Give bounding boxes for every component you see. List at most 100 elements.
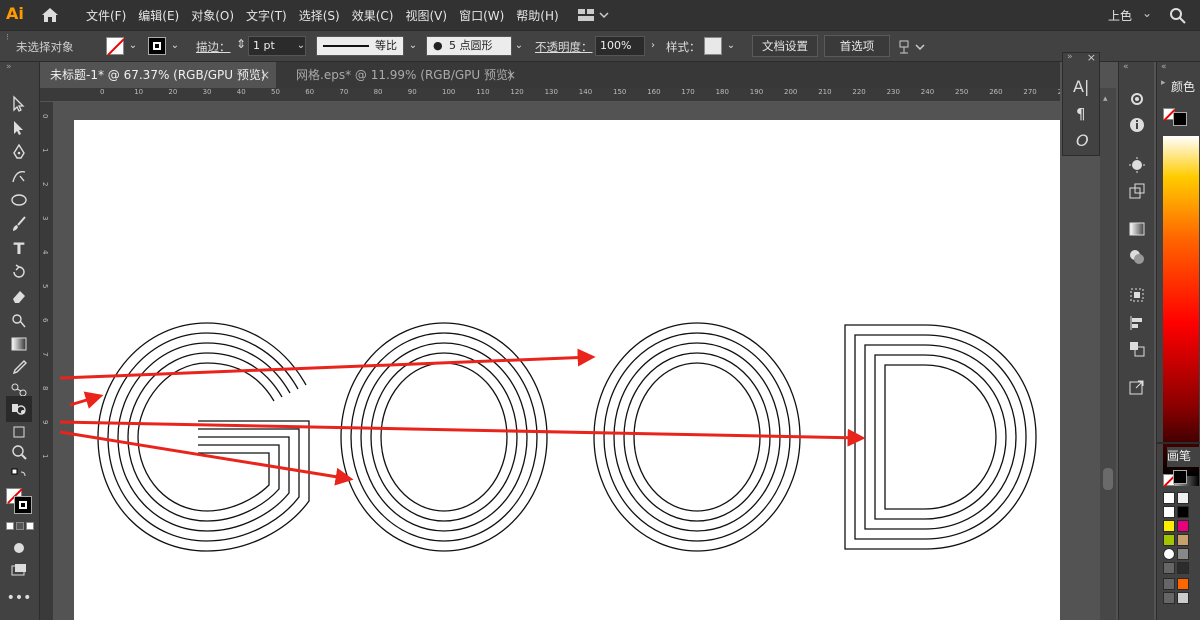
export-icon[interactable] — [1128, 378, 1146, 396]
swatch-folder[interactable] — [1163, 562, 1175, 574]
swatch-tan[interactable] — [1177, 534, 1189, 546]
gradient-panel-icon[interactable] — [1128, 220, 1146, 238]
paintbrush-tool-icon[interactable] — [8, 214, 30, 234]
chevron-down-icon[interactable]: ⌄ — [724, 36, 738, 56]
curvature-tool-icon[interactable] — [8, 166, 30, 186]
stroke-label[interactable]: 描边： — [196, 39, 231, 55]
close-icon[interactable]: × — [260, 62, 270, 88]
menu-effect[interactable]: 效果(C) — [352, 7, 394, 24]
swatch-registration[interactable] — [1177, 492, 1189, 504]
stroke-color-swatch[interactable] — [1173, 470, 1187, 484]
letter-d[interactable] — [844, 324, 1037, 550]
eyedropper-tool-icon[interactable] — [8, 358, 30, 378]
opentype-icon[interactable]: O — [1076, 131, 1089, 150]
tab-grid-eps[interactable]: 网格.eps* @ 11.99% (RGB/GPU 预览) × — [286, 62, 522, 88]
chevron-down-icon[interactable]: ⌄ — [168, 36, 182, 56]
document-setup-button[interactable]: 文档设置 — [752, 35, 818, 57]
menu-help[interactable]: 帮助(H) — [516, 7, 558, 24]
brush-select[interactable]: ● 5 点圆形 — [426, 36, 512, 56]
swap-fill-stroke-icon[interactable] — [8, 466, 30, 486]
stroke-profile-select[interactable]: 等比 — [316, 36, 404, 56]
draw-mode-icon[interactable] — [8, 538, 30, 558]
paragraph-icon[interactable]: ¶ — [1076, 105, 1086, 123]
rotate-tool-icon[interactable] — [8, 262, 30, 282]
menu-view[interactable]: 视图(V) — [405, 7, 447, 24]
fill-none-swatch[interactable] — [106, 37, 124, 55]
swatch-magenta[interactable] — [1177, 520, 1189, 532]
swatch-pattern[interactable] — [1163, 548, 1175, 560]
swatch-dark[interactable] — [1177, 562, 1189, 574]
opacity-field[interactable]: 100% — [595, 36, 645, 56]
artboard-tool-icon[interactable] — [8, 422, 30, 442]
collapse-icon[interactable]: « — [1123, 62, 1129, 72]
gradient-tool-icon[interactable] — [8, 334, 30, 354]
swatch-folder[interactable] — [1163, 578, 1175, 590]
chevron-down-icon[interactable]: ⌄ — [1142, 6, 1152, 20]
chevron-down-icon[interactable]: ⌄ — [294, 36, 308, 56]
chevron-down-icon[interactable]: ⌄ — [126, 36, 140, 56]
swatch-green[interactable] — [1163, 534, 1175, 546]
layers-panel-icon[interactable] — [1128, 340, 1146, 358]
canvas[interactable] — [54, 102, 1060, 620]
align-icon[interactable] — [898, 38, 928, 56]
symbol-sprayer-tool-icon[interactable] — [6, 396, 32, 422]
tab-untitled-1[interactable]: 未标题-1* @ 67.37% (RGB/GPU 预览) × — [40, 62, 276, 88]
letter-g[interactable] — [97, 322, 310, 552]
stroke-stepper-icon[interactable]: ⇕ — [236, 37, 246, 51]
pen-tool-icon[interactable] — [8, 142, 30, 162]
scroll-thumb[interactable] — [1103, 468, 1113, 490]
color-tab[interactable]: 颜色 — [1171, 78, 1195, 95]
vertical-scrollbar[interactable]: ▴ — [1100, 88, 1116, 620]
properties-icon[interactable] — [1128, 90, 1146, 108]
search-icon[interactable] — [1168, 6, 1188, 24]
color-spectrum[interactable] — [1163, 136, 1199, 476]
menu-type[interactable]: 文字(T) — [246, 7, 287, 24]
good-artwork[interactable] — [54, 102, 1060, 620]
swatch-orange[interactable] — [1177, 578, 1189, 590]
preferences-button[interactable]: 首选项 — [824, 35, 890, 57]
swatch-black[interactable] — [1177, 506, 1189, 518]
collapse-icon[interactable]: » — [6, 62, 12, 72]
collapse-icon[interactable]: » — [1067, 52, 1073, 62]
swatch-yellow[interactable] — [1163, 520, 1175, 532]
more-tools-icon[interactable]: ••• — [7, 588, 32, 608]
stroke-color-swatch[interactable] — [14, 496, 32, 514]
swatch-folder[interactable] — [1163, 592, 1175, 604]
chevron-down-icon[interactable]: ⌄ — [406, 36, 420, 56]
color-mode-icon[interactable] — [6, 522, 34, 532]
transparency-icon[interactable] — [1128, 248, 1146, 266]
chevron-down-icon[interactable]: ⌄ — [512, 36, 526, 56]
menu-object[interactable]: 对象(O) — [191, 7, 234, 24]
close-icon[interactable]: × — [506, 62, 516, 88]
character-icon[interactable]: A| — [1073, 77, 1089, 96]
opacity-label[interactable]: 不透明度： — [535, 39, 593, 55]
appearance-icon[interactable] — [1128, 156, 1146, 174]
menu-file[interactable]: 文件(F) — [86, 7, 126, 24]
arrange-documents-icon[interactable] — [578, 7, 614, 23]
pathfinder-icon[interactable] — [1128, 286, 1146, 304]
direct-selection-tool-icon[interactable] — [8, 118, 30, 138]
swatch-none[interactable] — [1163, 492, 1175, 504]
stroke-color-swatch[interactable] — [1173, 112, 1187, 126]
letter-o-1[interactable] — [340, 322, 548, 552]
screen-mode-icon[interactable] — [8, 560, 30, 580]
chevron-right-icon[interactable]: › — [646, 36, 660, 56]
type-tool-icon[interactable]: T — [8, 238, 30, 258]
workspace-switcher[interactable]: 上色 — [1108, 7, 1132, 24]
shape-builder-tool-icon[interactable] — [8, 310, 30, 330]
align-panel-icon[interactable] — [1128, 314, 1146, 332]
grip-icon[interactable]: ⁝ — [6, 33, 9, 43]
selection-tool-icon[interactable] — [8, 94, 30, 114]
transform-icon[interactable] — [1128, 182, 1146, 200]
stroke-swatch[interactable] — [148, 37, 166, 55]
home-icon[interactable] — [40, 6, 60, 24]
menu-select[interactable]: 选择(S) — [299, 7, 340, 24]
info-icon[interactable] — [1128, 116, 1146, 134]
close-icon[interactable]: × — [1087, 51, 1096, 64]
menu-window[interactable]: 窗口(W) — [459, 7, 504, 24]
swatch-light-gray[interactable] — [1177, 592, 1189, 604]
zoom-tool-icon[interactable] — [8, 442, 30, 462]
scroll-up-icon[interactable]: ▴ — [1103, 94, 1108, 104]
graphic-style-swatch[interactable] — [704, 37, 722, 55]
collapse-icon[interactable]: « — [1161, 62, 1167, 72]
